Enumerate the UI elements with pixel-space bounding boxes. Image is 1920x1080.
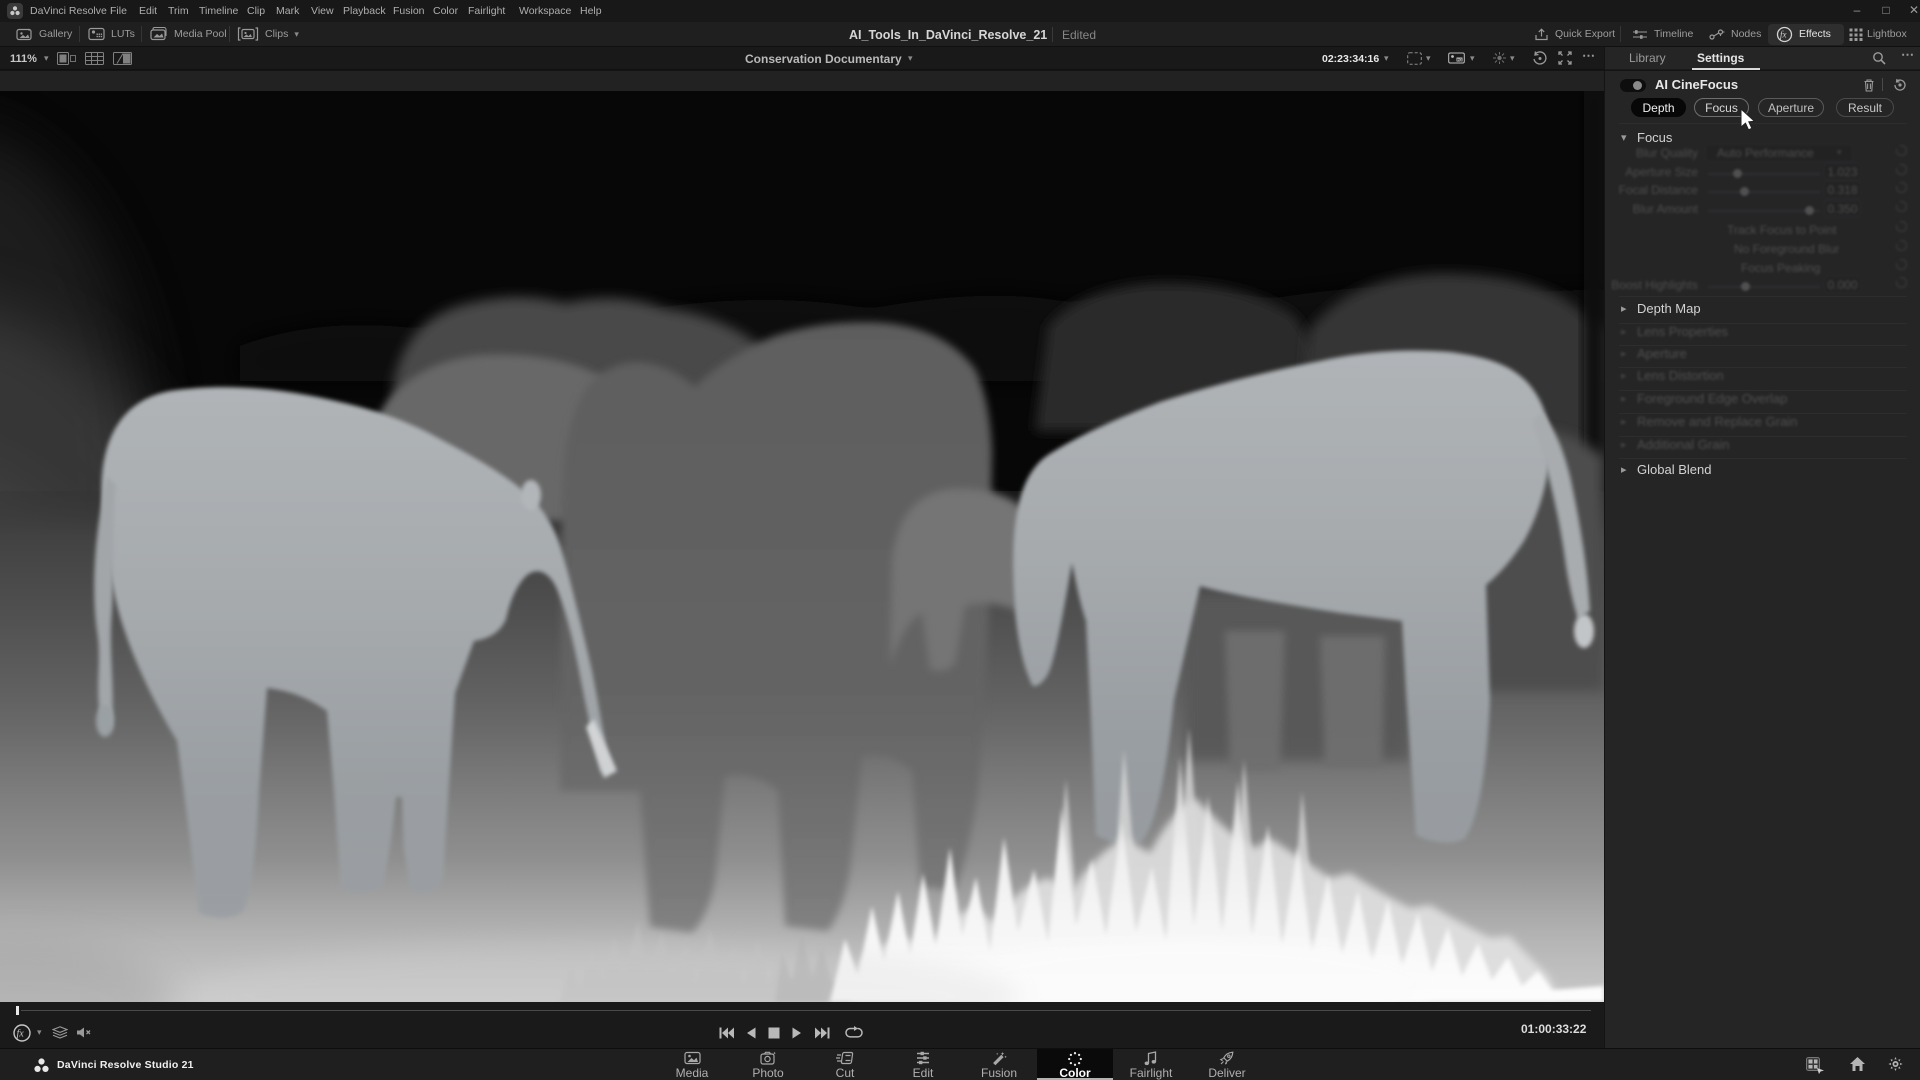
svg-text:fx: fx bbox=[1780, 29, 1787, 39]
svg-text:fx: fx bbox=[17, 1029, 25, 1040]
svg-text:HQ: HQ bbox=[1457, 58, 1462, 62]
